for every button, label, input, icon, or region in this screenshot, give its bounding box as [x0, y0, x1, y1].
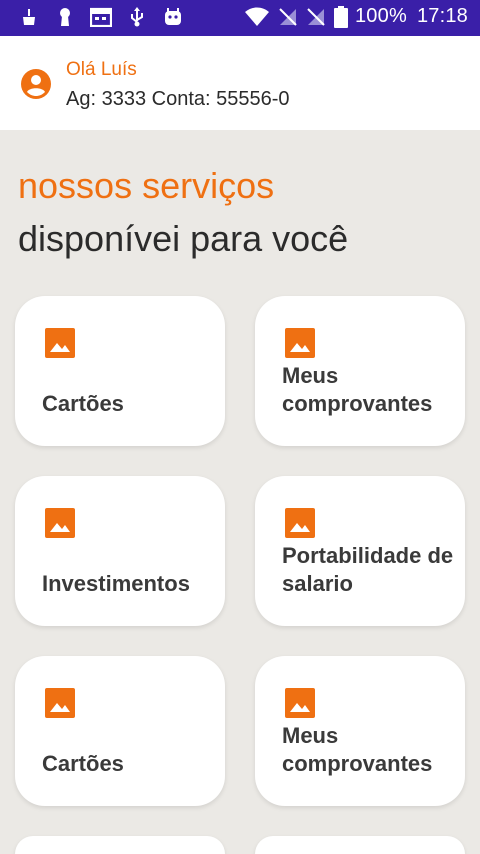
service-card-meus-comprovantes-2[interactable]: Meus comprovantes [255, 656, 465, 806]
account-info: Ag: 3333 Conta: 55556-0 [66, 88, 290, 110]
no-sim-icon [305, 6, 327, 28]
wifi-icon [243, 6, 271, 28]
service-card-investimentos[interactable]: Investimentos [15, 476, 225, 626]
service-label: Meus comprovantes [282, 363, 433, 416]
service-label: Investimentos [42, 571, 190, 596]
section-subtitle: disponívei para você [18, 218, 349, 259]
service-label: Meus comprovantes [282, 723, 433, 776]
status-bar: 100% 17:18 [0, 0, 480, 36]
service-label: Cartões [42, 391, 124, 416]
image-icon [285, 688, 315, 718]
usb-icon [126, 6, 148, 28]
service-card-partial[interactable] [255, 836, 465, 854]
image-icon [285, 328, 315, 358]
service-label: Portabilidade de salario [282, 543, 454, 596]
clock: 17:18 [416, 5, 468, 27]
image-icon [45, 508, 75, 538]
no-sim-icon [277, 6, 299, 28]
greeting-text: Olá Luís [66, 59, 137, 80]
account-header[interactable]: Olá Luís Ag: 3333 Conta: 55556-0 [0, 36, 480, 130]
section-title: nossos serviços [18, 165, 275, 206]
battery-icon [333, 5, 349, 28]
image-icon [45, 328, 75, 358]
status-right-icons: 100% 17:18 [243, 5, 468, 28]
calendar-icon [90, 6, 112, 28]
service-card-cartoes[interactable]: Cartões [15, 296, 225, 446]
keyhole-icon [54, 6, 76, 28]
image-icon [45, 688, 75, 718]
status-left-icons [18, 6, 184, 28]
service-label: Cartões [42, 751, 124, 776]
cleaning-icon [18, 6, 40, 28]
service-card-meus-comprovantes[interactable]: Meus comprovantes [255, 296, 465, 446]
battery-percentage: 100% [354, 5, 407, 27]
account-circle-icon[interactable] [20, 68, 52, 100]
android-icon [162, 6, 184, 28]
service-card-portabilidade[interactable]: Portabilidade de salario [255, 476, 465, 626]
service-card-partial[interactable] [15, 836, 225, 854]
service-card-cartoes-2[interactable]: Cartões [15, 656, 225, 806]
image-icon [285, 508, 315, 538]
